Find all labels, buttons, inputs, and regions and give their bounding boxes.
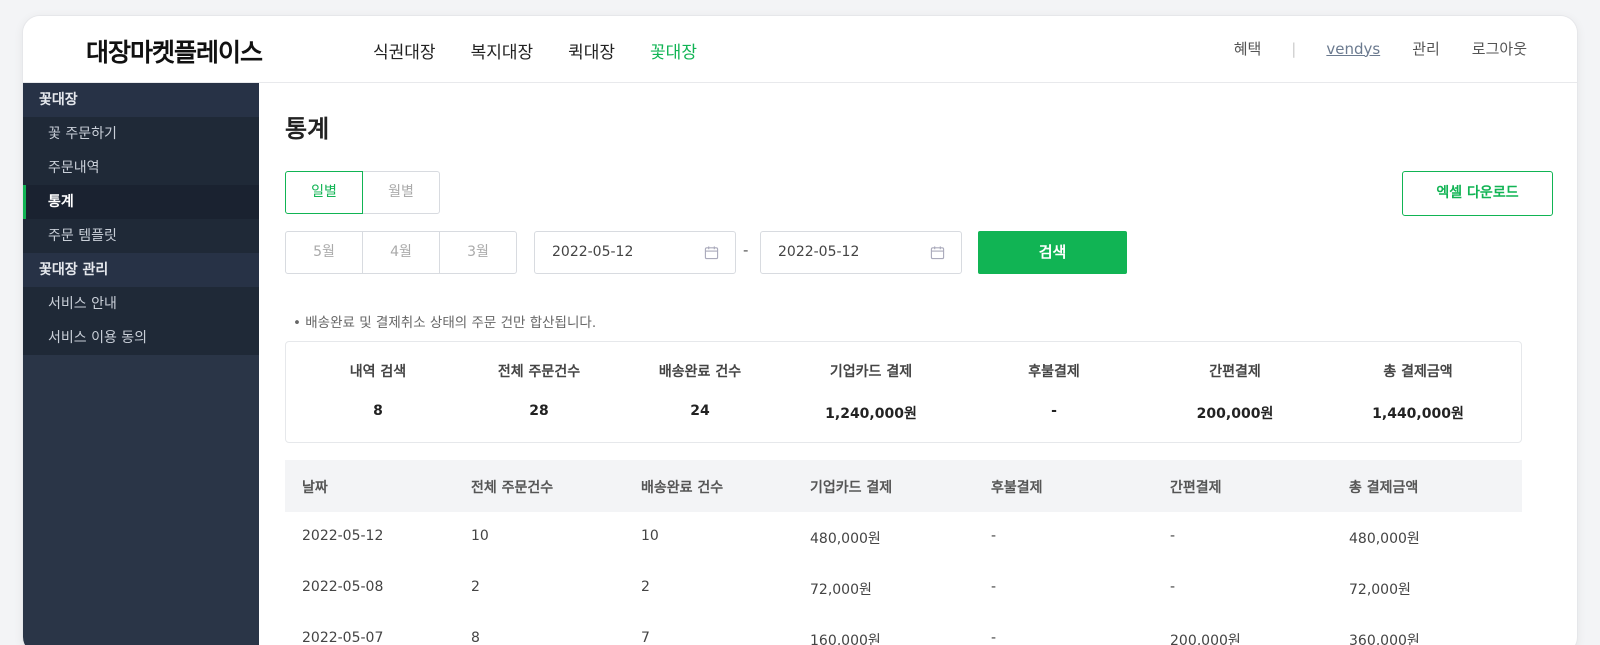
summary-label: 총 결제금액 [1383, 364, 1453, 380]
summary-box: 내역 검색 8 전체 주문건수 28 배송완료 건수 24 기업카드 결제 1,… [285, 341, 1522, 443]
cell-date: 2022-05-07 [302, 630, 384, 645]
cell-total-amount: 72,000원 [1349, 582, 1411, 598]
sidebar-group-flower: 꽃대장 [23, 83, 259, 117]
excel-download-button[interactable]: 엑셀 다운로드 [1402, 171, 1553, 216]
benefit-link[interactable]: 혜택 [1234, 38, 1262, 59]
summary-label: 후불결제 [1028, 364, 1080, 380]
summary-label: 배송완료 건수 [658, 364, 742, 380]
cell-total-orders: 8 [471, 630, 480, 645]
cell-postpaid: - [991, 630, 997, 645]
month-april-button[interactable]: 4월 [362, 231, 440, 274]
summary-label: 전체 주문건수 [497, 364, 581, 380]
nav-item-sikgwon[interactable]: 식권대장 [373, 38, 436, 63]
nav-item-bokji[interactable]: 복지대장 [471, 38, 534, 63]
summary-notice: • 배송완료 및 결제취소 상태의 주문 건만 합산됩니다. [293, 315, 597, 331]
table-row[interactable]: 2022-05-08 2 2 72,000원 - - 72,000원 [285, 563, 1522, 614]
cell-postpaid: - [991, 579, 997, 595]
summary-label: 기업카드 결제 [829, 364, 913, 380]
summary-value: - [1051, 403, 1057, 419]
cell-date: 2022-05-12 [302, 528, 384, 544]
sidebar-item-service-guide[interactable]: 서비스 안내 [23, 287, 259, 321]
user-link[interactable]: vendys [1326, 40, 1380, 58]
nav-item-flower[interactable]: 꽃대장 [650, 38, 697, 63]
sidebar-item-order-flower[interactable]: 꽃 주문하기 [23, 117, 259, 151]
date-from-input[interactable]: 2022-05-12 [534, 231, 736, 274]
sidebar-item-statistics[interactable]: 통계 [23, 185, 259, 219]
summary-label: 간편결제 [1209, 364, 1261, 380]
calendar-icon[interactable] [930, 245, 945, 260]
tab-daily[interactable]: 일별 [285, 171, 363, 214]
column-header[interactable]: 날짜 [302, 477, 328, 497]
table-row[interactable]: 2022-05-12 10 10 480,000원 - - 480,000원 [285, 512, 1522, 563]
date-to-input[interactable]: 2022-05-12 [760, 231, 962, 274]
app-window: 대장마켓플레이스 식권대장 복지대장 퀵대장 꽃대장 혜택 | vendys 관… [22, 15, 1578, 645]
page-title: 통계 [285, 115, 330, 143]
sidebar-item-order-history[interactable]: 주문내역 [23, 151, 259, 185]
month-march-button[interactable]: 3월 [439, 231, 517, 274]
summary-value: 200,000원 [1196, 406, 1274, 422]
column-header[interactable]: 전체 주문건수 [471, 477, 553, 497]
search-button[interactable]: 검색 [978, 231, 1127, 274]
summary-value: 24 [690, 403, 710, 419]
column-header[interactable]: 기업카드 결제 [810, 477, 892, 497]
sidebar-item-service-consent[interactable]: 서비스 이용 동의 [23, 321, 259, 355]
cell-corp-card: 160,000원 [810, 633, 881, 645]
column-header[interactable]: 간편결제 [1170, 477, 1222, 497]
cell-total-amount: 360,000원 [1349, 633, 1420, 645]
cell-easy-pay: 200,000원 [1170, 633, 1241, 645]
tab-monthly[interactable]: 월별 [362, 171, 440, 214]
top-nav: 식권대장 복지대장 퀵대장 꽃대장 [373, 38, 732, 63]
logo[interactable]: 대장마켓플레이스 [86, 33, 263, 69]
cell-easy-pay: - [1170, 579, 1176, 595]
summary-value: 8 [373, 403, 383, 419]
table-header: 날짜 전체 주문건수 배송완료 건수 기업카드 결제 후불결제 간편결제 총 결… [285, 460, 1522, 512]
month-may-button[interactable]: 5월 [285, 231, 363, 274]
date-from-value: 2022-05-12 [552, 244, 634, 260]
nav-item-quick[interactable]: 퀵대장 [568, 38, 615, 63]
cell-total-orders: 10 [471, 528, 489, 544]
column-header[interactable]: 후불결제 [991, 477, 1043, 497]
period-mode-toggle: 일별 월별 [285, 171, 440, 214]
top-header: 대장마켓플레이스 식권대장 복지대장 퀵대장 꽃대장 혜택 | vendys 관… [23, 16, 1577, 83]
cell-delivered: 7 [641, 630, 650, 645]
sidebar-group-flower-manage: 꽃대장 관리 [23, 253, 259, 287]
calendar-icon[interactable] [704, 245, 719, 260]
sidebar-item-order-template[interactable]: 주문 템플릿 [23, 219, 259, 253]
utility-links: 혜택 | vendys 관리 로그아웃 [1234, 38, 1527, 59]
main-content: 통계 일별 월별 엑셀 다운로드 5월 4월 3월 2022-05-12 - 2… [259, 83, 1577, 645]
summary-value: 1,240,000원 [825, 406, 917, 422]
daily-stats-table: 날짜 전체 주문건수 배송완료 건수 기업카드 결제 후불결제 간편결제 총 결… [285, 460, 1522, 645]
table-row[interactable]: 2022-05-07 8 7 160,000원 - 200,000원 360,0… [285, 614, 1522, 645]
cell-date: 2022-05-08 [302, 579, 384, 595]
column-header[interactable]: 배송완료 건수 [641, 477, 723, 497]
month-quick-select: 5월 4월 3월 [285, 231, 517, 274]
summary-value: 1,440,000원 [1372, 406, 1464, 422]
sidebar: 꽃대장 꽃 주문하기 주문내역 통계 주문 템플릿 꽃대장 관리 서비스 안내 … [23, 83, 259, 645]
cell-easy-pay: - [1170, 528, 1176, 544]
util-separator: | [1291, 39, 1297, 58]
cell-corp-card: 480,000원 [810, 531, 881, 547]
cell-delivered: 2 [641, 579, 650, 595]
summary-label: 내역 검색 [349, 364, 407, 380]
cell-total-orders: 2 [471, 579, 480, 595]
cell-corp-card: 72,000원 [810, 582, 872, 598]
logout-link[interactable]: 로그아웃 [1472, 38, 1527, 59]
cell-delivered: 10 [641, 528, 659, 544]
column-header[interactable]: 총 결제금액 [1349, 477, 1418, 497]
summary-value: 28 [529, 403, 549, 419]
cell-total-amount: 480,000원 [1349, 531, 1420, 547]
date-range-separator: - [743, 241, 749, 259]
cell-postpaid: - [991, 528, 997, 544]
manage-link[interactable]: 관리 [1412, 38, 1440, 59]
date-to-value: 2022-05-12 [778, 244, 860, 260]
